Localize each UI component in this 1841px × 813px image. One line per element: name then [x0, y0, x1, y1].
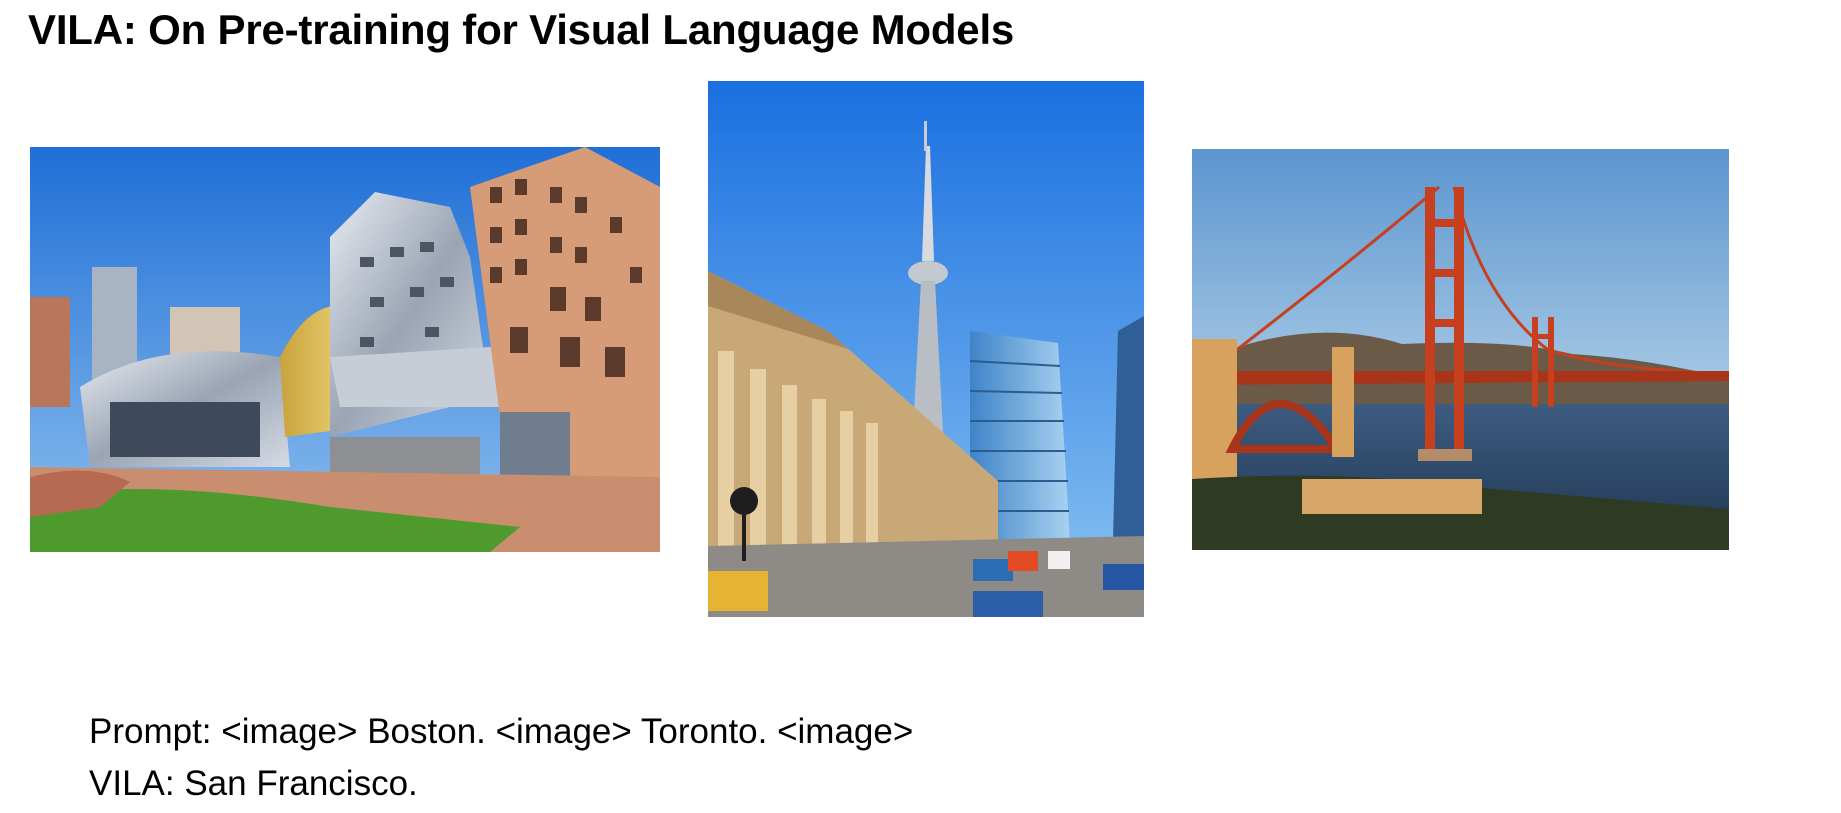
answer-line: VILA: San Francisco. [89, 764, 418, 803]
slide-title: VILA: On Pre-training for Visual Languag… [28, 6, 1015, 53]
san-francisco-photo [1192, 149, 1729, 550]
boston-photo [30, 147, 660, 552]
prompt-line: Prompt: <image> Boston. <image> Toronto.… [89, 712, 914, 751]
prompt-caption: Prompt: <image> Boston. <image> Toronto.… [89, 706, 913, 810]
toronto-photo [708, 81, 1144, 617]
